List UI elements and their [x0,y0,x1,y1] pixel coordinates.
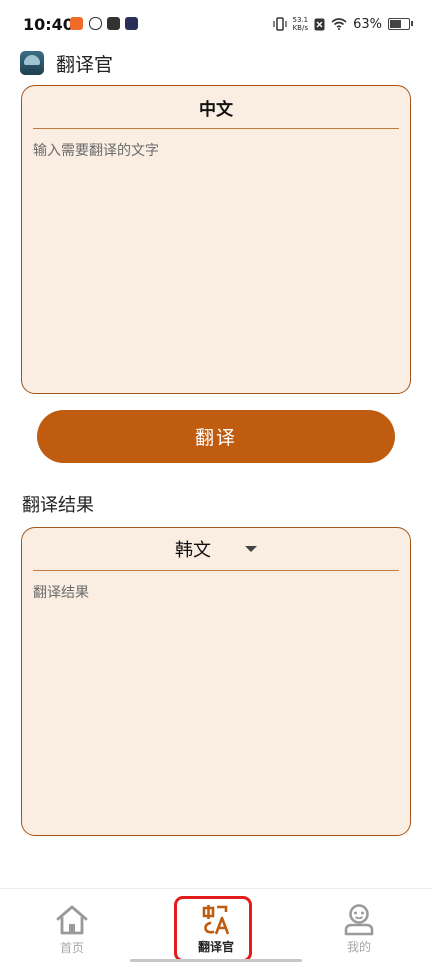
status-indicators: 53.1 KB/s 63% [272,14,413,34]
active-tab-highlight [174,896,252,962]
dropdown-caret-icon [245,546,257,552]
home-indicator[interactable] [130,959,302,962]
app-logo-icon [20,51,44,75]
result-section-title: 翻译结果 [22,495,94,516]
network-speed-unit: KB/s [292,24,308,32]
target-language-label: 韩文 [175,540,211,561]
battery-icon [388,18,413,30]
battery-percent: 63% [353,16,382,32]
notification-app-icon [70,17,83,30]
app-title: 翻译官 [56,53,114,76]
target-language-header: 韩文 [33,528,399,571]
translate-button[interactable]: 翻译 [37,410,395,463]
source-text-input[interactable]: 输入需要翻译的文字 [33,140,159,160]
person-icon [344,904,374,936]
status-time: 10:40 [23,15,74,34]
source-language-header[interactable]: 中文 [33,86,399,129]
wifi-icon [331,18,347,30]
home-icon [56,905,88,935]
target-language-dropdown[interactable]: 韩文 [175,536,257,562]
app-header: 翻译官 [20,48,113,78]
status-bar: 10:40 53.1 KB/s 63% [0,0,432,48]
nav-item-mine[interactable]: 我的 [314,889,404,965]
notification-play-icon [125,17,138,30]
network-speed-value: 53.1 [292,16,309,24]
result-text-card: 韩文 翻译结果 [21,527,411,836]
notification-mail-icon [107,17,120,30]
source-language-label: 中文 [199,99,233,120]
network-speed: 53.1 KB/s [293,16,309,32]
nav-item-home-label: 首页 [59,941,84,955]
result-text-output: 翻译结果 [33,585,89,601]
nav-item-home[interactable]: 首页 [27,889,117,965]
notification-link-icon [89,17,102,30]
no-sim-icon [314,18,325,30]
vibrate-icon [272,17,287,31]
nav-item-mine-label: 我的 [346,940,371,954]
source-text-card: 中文 输入需要翻译的文字 [21,85,411,394]
